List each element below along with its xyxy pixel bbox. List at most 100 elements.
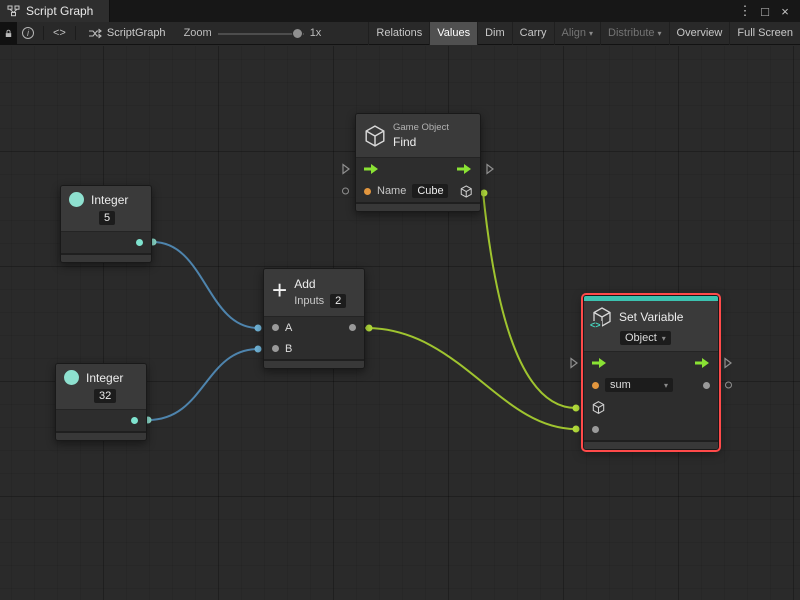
graph-ref-label: ScriptGraph [106, 27, 166, 39]
node-header: Integer 32 [56, 364, 146, 410]
align-button[interactable]: Align ▾ [553, 21, 600, 45]
values-label: Values [437, 27, 471, 39]
integer-output-port[interactable] [136, 239, 143, 246]
zoom-slider-track[interactable] [217, 32, 304, 35]
node-category: Game Object [393, 122, 449, 133]
node-footer [356, 202, 480, 211]
distribute-button[interactable]: Distribute ▾ [600, 21, 668, 45]
name-outer-port[interactable] [342, 187, 349, 195]
integer-value-field[interactable]: 32 [94, 389, 117, 403]
lock-button[interactable] [0, 21, 17, 45]
node-title: Find [393, 135, 417, 149]
input-port-b[interactable] [272, 345, 279, 352]
port-row-b: B [264, 338, 364, 359]
node-title: Integer [86, 370, 124, 385]
object-symbol-icon: <> [589, 320, 602, 330]
variable-dropdown[interactable]: sum ▾ [605, 378, 673, 392]
chevron-down-icon: ▾ [661, 333, 666, 343]
input-port-a[interactable] [272, 324, 279, 331]
script-graph-icon [7, 5, 20, 17]
flow-row [342, 158, 494, 180]
carry-button[interactable]: Carry [511, 21, 554, 45]
variable-name-port[interactable] [592, 381, 599, 389]
flow-in-icon[interactable] [364, 163, 379, 175]
kebab-menu-icon[interactable]: ⋮ [736, 0, 754, 22]
sum-output-port[interactable] [349, 324, 356, 331]
flow-out-icon[interactable] [457, 163, 472, 175]
inputs-count-field[interactable]: 2 [330, 294, 347, 308]
gameobject-output-icon[interactable] [460, 184, 472, 198]
node-title: Integer [91, 192, 129, 207]
node-integer-5[interactable]: Integer 5 [60, 185, 152, 263]
code-view-button[interactable]: <> [48, 22, 71, 45]
name-row: Name Cube [342, 180, 480, 202]
node-add[interactable]: + Add Inputs 2 A B [263, 268, 365, 369]
relations-label: Relations [376, 27, 423, 39]
chevron-down-icon: ▾ [663, 380, 668, 390]
node-set-variable[interactable]: <> Set Variable Object ▾ sum ▾ [570, 295, 732, 450]
node-body: A B [264, 317, 364, 359]
value-output-outer-port[interactable] [725, 381, 732, 389]
zoom-slider[interactable] [217, 22, 304, 45]
node-header: <> Set Variable Object ▾ [584, 301, 718, 352]
value-output-port[interactable] [703, 381, 710, 389]
dim-label: Dim [485, 27, 505, 39]
output-row [61, 232, 151, 253]
port-a-label: A [285, 321, 293, 334]
object-row [584, 396, 718, 418]
zoom-value: 1x [309, 27, 322, 39]
overview-button[interactable]: Overview [668, 21, 730, 45]
values-button[interactable]: Values [429, 21, 478, 45]
zoom-slider-knob[interactable] [291, 27, 303, 39]
align-label: Align [561, 27, 587, 39]
node-title: Set Variable [619, 310, 684, 324]
node-body [56, 410, 146, 431]
flow-out-outer-port[interactable] [724, 357, 732, 369]
dim-button[interactable]: Dim [477, 21, 512, 45]
info-icon: i [22, 27, 34, 39]
inputs-label: Inputs [294, 295, 325, 307]
flow-out-outer-port[interactable] [486, 163, 494, 175]
window-controls: ⋮ □ × [736, 0, 800, 22]
name-label: Name [377, 185, 407, 197]
tab-title: Script Graph [26, 4, 94, 18]
flow-out-icon[interactable] [695, 357, 710, 369]
graph-ref-icon [88, 28, 102, 38]
graph-toolbar: i <> ScriptGraph Zoom 1x Relations Value… [0, 21, 800, 45]
integer-icon [64, 370, 79, 385]
node-footer [584, 440, 718, 449]
integer-output-port[interactable] [131, 417, 138, 424]
flow-in-outer-port[interactable] [342, 163, 350, 175]
maximize-icon[interactable]: □ [756, 0, 774, 22]
node-footer [56, 431, 146, 440]
node-gameobject-find[interactable]: Game Object Find Name Cube [342, 113, 494, 212]
node-header: Game Object Find [356, 114, 480, 158]
close-icon[interactable]: × [776, 0, 794, 22]
integer-value-field[interactable]: 5 [99, 211, 116, 225]
tab-script-graph[interactable]: Script Graph [0, 0, 111, 22]
flow-in-outer-port[interactable] [570, 357, 578, 369]
name-value-field[interactable]: Cube [412, 184, 448, 198]
toolbar-separator [43, 26, 44, 40]
relations-button[interactable]: Relations [368, 21, 429, 45]
integer-icon [69, 192, 84, 207]
graph-reference[interactable]: ScriptGraph [80, 27, 174, 39]
info-button[interactable]: i [17, 22, 39, 45]
node-header: + Add Inputs 2 [264, 269, 364, 317]
set-variable-icon: <> [589, 307, 612, 330]
flow-row [570, 352, 732, 374]
flow-in-icon[interactable] [592, 357, 607, 369]
variable-row: sum ▾ [584, 374, 732, 396]
node-title: Add [294, 277, 316, 291]
node-footer [264, 359, 364, 368]
scope-dropdown[interactable]: Object ▾ [620, 331, 671, 345]
add-icon: + [272, 275, 288, 305]
toolbar-separator [74, 26, 76, 40]
value-input-port[interactable] [592, 425, 599, 433]
name-input-port[interactable] [364, 187, 371, 195]
node-integer-32[interactable]: Integer 32 [55, 363, 147, 441]
object-input-icon[interactable] [592, 400, 605, 414]
scope-value: Object [625, 332, 657, 344]
fullscreen-label: Full Screen [737, 27, 793, 39]
fullscreen-button[interactable]: Full Screen [729, 21, 800, 45]
